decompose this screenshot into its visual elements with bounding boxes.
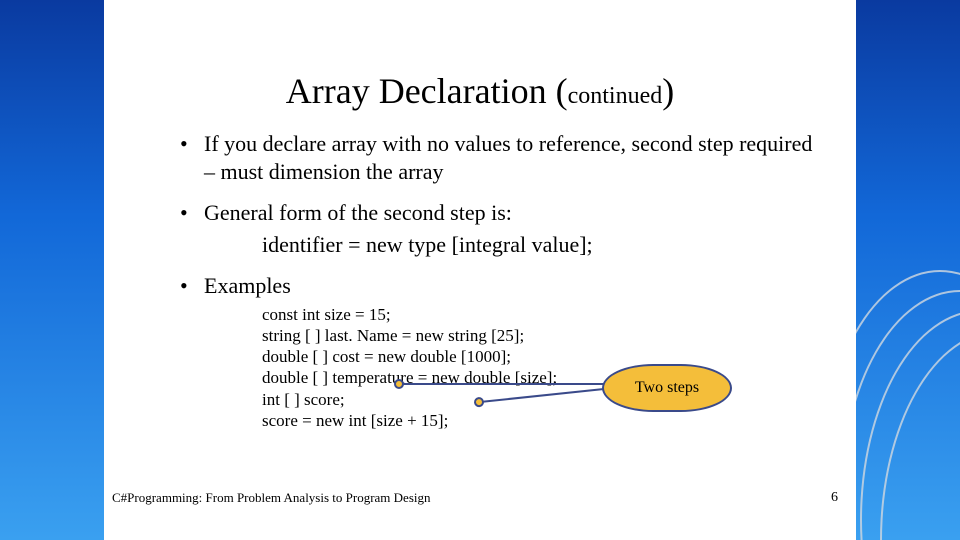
examples-block: const int size = 15; string [ ] last. Na…: [262, 304, 816, 432]
bullet-text: General form of the second step is:: [204, 200, 512, 225]
footer-book-title: C#Programming: From Problem Analysis to …: [112, 490, 431, 506]
page-number: 6: [831, 490, 838, 506]
callout-connector: [400, 383, 605, 385]
bullet-text: If you declare array with no values to r…: [204, 131, 812, 184]
code-line: double [ ] temperature = new double [siz…: [262, 367, 816, 388]
code-line: int [ ] score;: [262, 389, 816, 410]
slide-content-area: Array Declaration (continued) If you dec…: [104, 0, 856, 540]
slide-title: Array Declaration (continued): [104, 70, 856, 112]
code-line: const int size = 15;: [262, 304, 816, 325]
title-subscript: continued: [568, 83, 663, 109]
code-line: score = new int [size + 15];: [262, 410, 816, 431]
code-line: double [ ] cost = new double [1000];: [262, 346, 816, 367]
slide-body: If you declare array with no values to r…: [174, 130, 816, 445]
title-main: Array Declaration (: [286, 71, 568, 111]
code-line: string [ ] last. Name = new string [25];: [262, 325, 816, 346]
bullet-list: If you declare array with no values to r…: [174, 130, 816, 431]
connector-cap-icon: [394, 379, 404, 389]
slide-background: Array Declaration (continued) If you dec…: [0, 0, 960, 540]
two-steps-callout: Two steps: [602, 364, 732, 412]
bullet-item: General form of the second step is: iden…: [174, 199, 816, 258]
bullet-item: Examples const int size = 15; string [ ]…: [174, 272, 816, 431]
general-form-line: identifier = new type [integral value];: [262, 231, 816, 259]
bullet-text: Examples: [204, 273, 291, 298]
title-close: ): [662, 71, 674, 111]
callout-label: Two steps: [635, 378, 699, 398]
bullet-item: If you declare array with no values to r…: [174, 130, 816, 185]
